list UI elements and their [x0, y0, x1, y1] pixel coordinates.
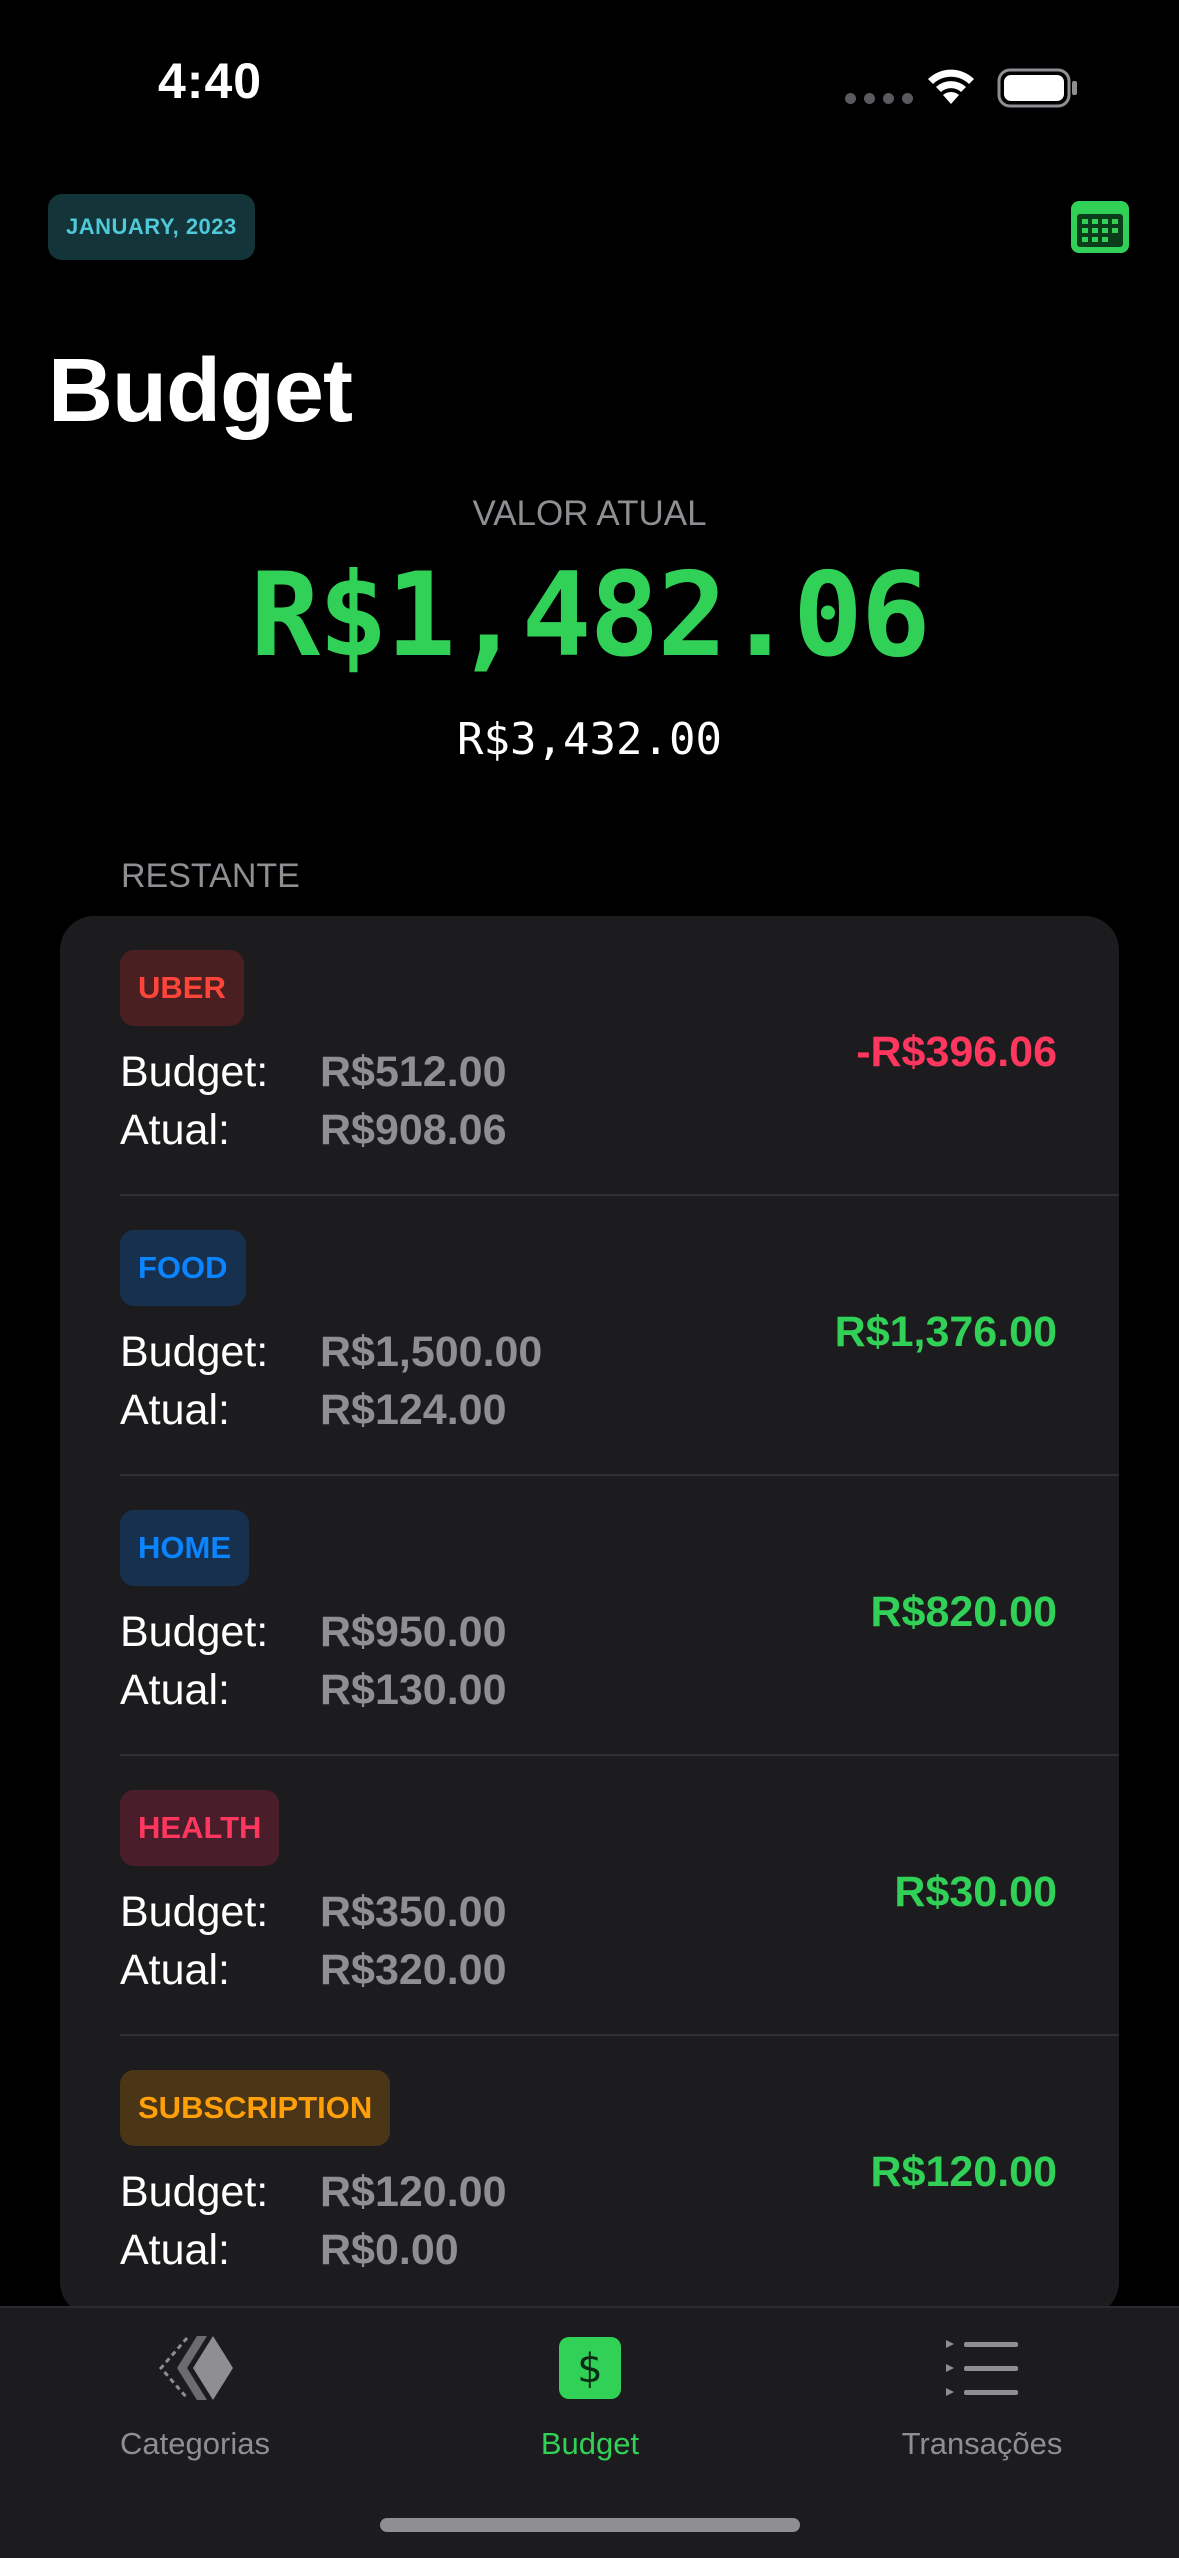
- current-value-amount: R$1,482.06: [250, 548, 930, 683]
- categories-icon: [159, 2336, 233, 2400]
- actual-line: Atual: R$0.00: [120, 2226, 459, 2275]
- category-budget-list: UBER Budget: R$512.00 Atual: R$908.06 -R$3…: [60, 916, 1119, 2316]
- category-tag: UBER: [120, 950, 244, 1026]
- page-title: Budget: [48, 341, 353, 441]
- tab-label: Categorias: [120, 2426, 270, 2461]
- budget-value: R$512.00: [320, 1048, 507, 1096]
- budget-label: Budget:: [120, 1328, 269, 1376]
- category-tag: HEALTH: [120, 1790, 280, 1866]
- budget-value: R$950.00: [320, 1608, 507, 1656]
- svg-text:$: $: [577, 2346, 602, 2392]
- wifi-icon: [928, 69, 974, 104]
- actual-value: R$320.00: [320, 1946, 507, 1994]
- home-indicator[interactable]: [380, 2518, 800, 2532]
- budget-line: Budget: R$120.00: [120, 2168, 507, 2217]
- tab-categorias[interactable]: Categorias: [45, 2328, 345, 2462]
- list-item[interactable]: FOOD Budget: R$1,500.00 Atual: R$124.00 R$…: [60, 1196, 1119, 1476]
- actual-label: Atual:: [120, 1386, 230, 1434]
- actual-line: Atual: R$320.00: [120, 1946, 507, 1995]
- current-value-label: VALOR ATUAL: [472, 494, 707, 533]
- tab-label: Transações: [901, 2426, 1063, 2461]
- actual-value: R$124.00: [320, 1386, 507, 1434]
- budget-value: R$120.00: [320, 2168, 507, 2216]
- dollar-icon: $: [559, 2337, 621, 2399]
- list-item[interactable]: HOME Budget: R$950.00 Atual: R$130.00 R$82…: [60, 1476, 1119, 1756]
- category-tag: FOOD: [120, 1230, 246, 1306]
- budget-line: Budget: R$1,500.00: [120, 1328, 542, 1377]
- actual-value: R$130.00: [320, 1666, 507, 1714]
- actual-line: Atual: R$130.00: [120, 1666, 507, 1715]
- tab-budget[interactable]: $ Budget: [440, 2328, 740, 2462]
- actual-label: Atual:: [120, 1106, 230, 1154]
- month-selector[interactable]: JANUARY, 2023: [48, 194, 255, 260]
- actual-value: R$908.06: [320, 1106, 507, 1154]
- actual-label: Atual:: [120, 2226, 230, 2274]
- remaining-value: R$820.00: [870, 1588, 1058, 1636]
- tab-transacoes[interactable]: Transações: [832, 2328, 1132, 2462]
- budget-label: Budget:: [120, 1608, 269, 1656]
- budget-line: Budget: R$950.00: [120, 1608, 507, 1657]
- list-icon: [946, 2340, 1018, 2396]
- actual-line: Atual: R$908.06: [120, 1106, 507, 1155]
- remaining-value: R$1,376.00: [834, 1308, 1057, 1356]
- total-budget-amount: R$3,432.00: [457, 714, 722, 765]
- section-label-remaining: RESTANTE: [121, 857, 300, 895]
- cellular-signal-icon: [845, 93, 913, 104]
- budget-value: R$350.00: [320, 1888, 507, 1936]
- category-tag: HOME: [120, 1510, 249, 1586]
- list-item[interactable]: UBER Budget: R$512.00 Atual: R$908.06 -R$3…: [60, 916, 1119, 1196]
- battery-icon: [997, 68, 1077, 108]
- budget-value: R$1,500.00: [320, 1328, 543, 1376]
- actual-value: R$0.00: [320, 2226, 459, 2274]
- budget-label: Budget:: [120, 1888, 269, 1936]
- list-item[interactable]: HEALTH Budget: R$350.00 Atual: R$320.00 R$…: [60, 1756, 1119, 2036]
- status-time: 4:40: [158, 53, 263, 109]
- list-item[interactable]: SUBSCRIPTION Budget: R$120.00 Atual: R$0.0…: [60, 2036, 1119, 2316]
- actual-label: Atual:: [120, 1946, 230, 1994]
- remaining-value: R$120.00: [870, 2148, 1058, 2196]
- remaining-value: R$30.00: [894, 1868, 1057, 1916]
- category-tag: SUBSCRIPTION: [120, 2070, 391, 2146]
- calendar-icon[interactable]: [1068, 198, 1132, 256]
- actual-label: Atual:: [120, 1666, 230, 1714]
- budget-line: Budget: R$512.00: [120, 1048, 507, 1097]
- budget-label: Budget:: [120, 1048, 269, 1096]
- budget-line: Budget: R$350.00: [120, 1888, 507, 1937]
- budget-label: Budget:: [120, 2168, 269, 2216]
- status-bar: 4:40: [0, 0, 1179, 150]
- remaining-value: -R$396.06: [856, 1028, 1057, 1076]
- tab-label: Budget: [540, 2426, 640, 2461]
- actual-line: Atual: R$124.00: [120, 1386, 507, 1435]
